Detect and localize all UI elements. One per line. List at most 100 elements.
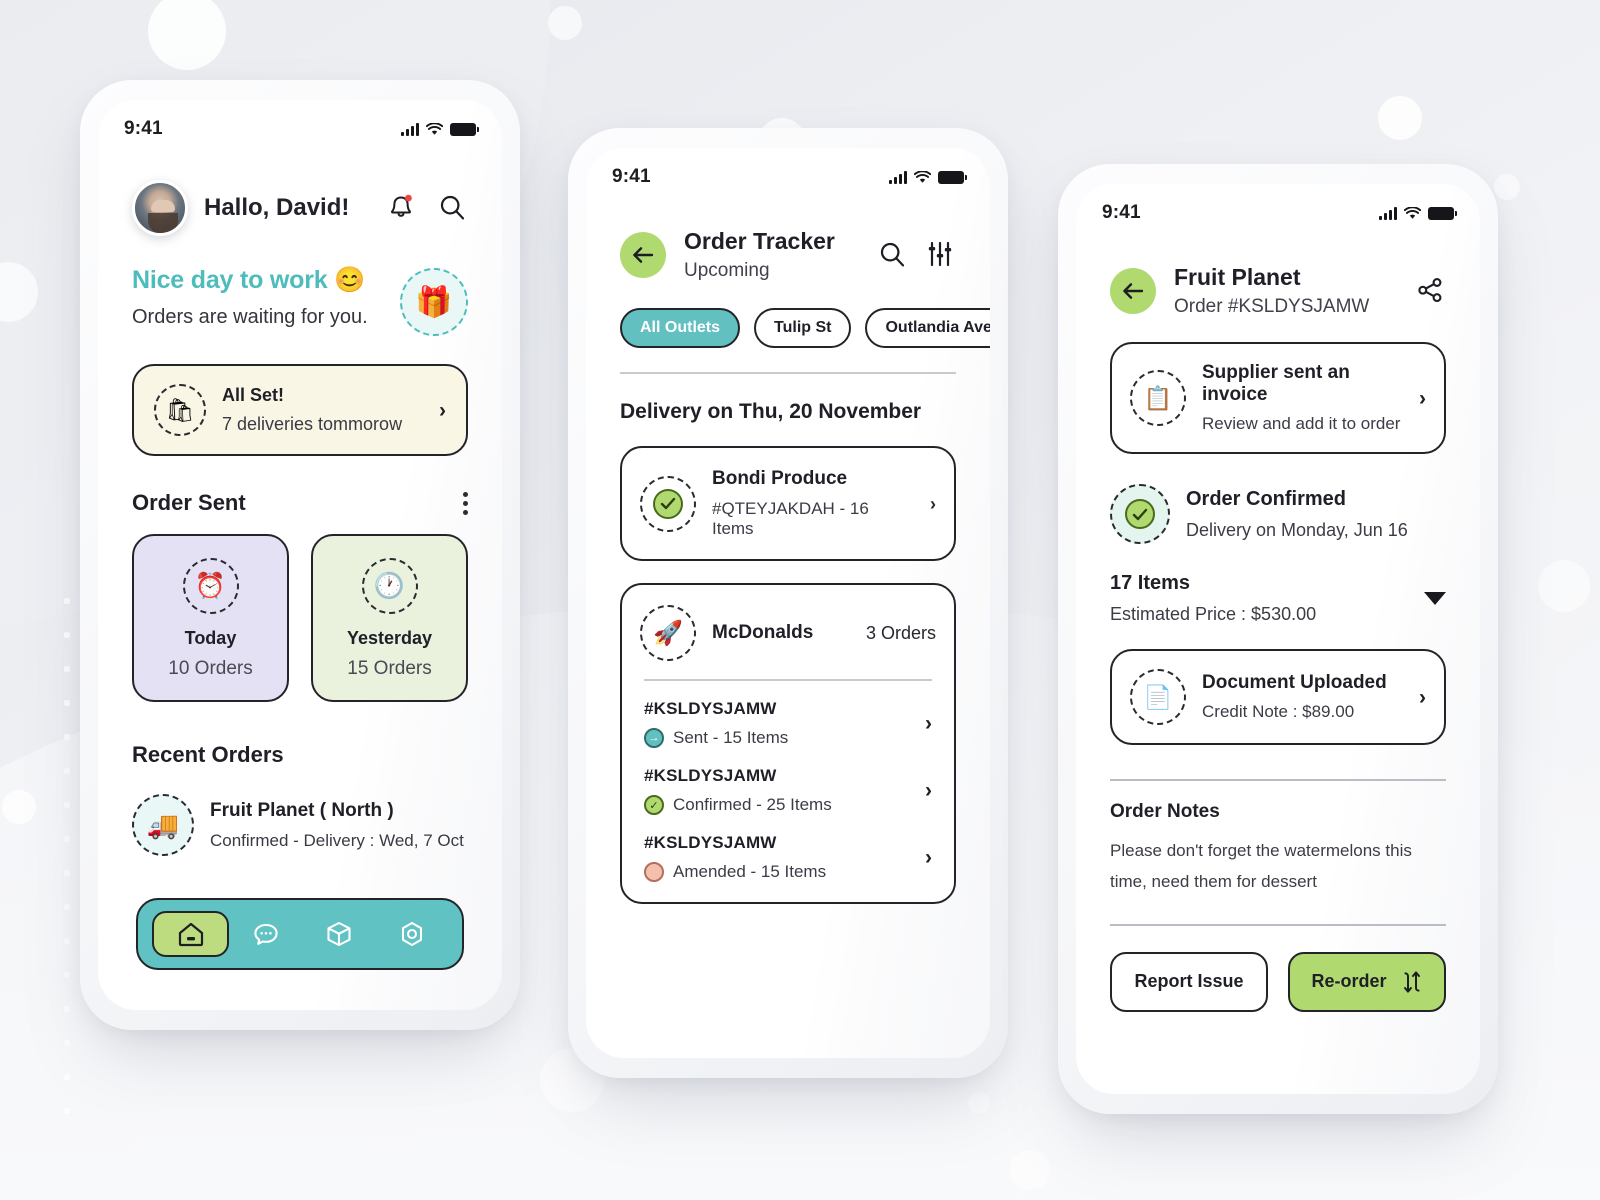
swap-arrows-icon — [1403, 971, 1420, 993]
settings-icon — [401, 921, 422, 947]
status-bar: 9:41 — [98, 100, 502, 140]
order-notes: Order Notes Please don't forget the wate… — [1110, 779, 1446, 898]
chevron-right-icon[interactable]: › — [925, 780, 932, 801]
document-title: Document Uploaded — [1202, 672, 1387, 693]
chip-tulip-st[interactable]: Tulip St — [754, 308, 852, 348]
cellular-signal-icon — [889, 170, 907, 184]
reorder-label: Re-order — [1311, 971, 1387, 992]
share-icon[interactable] — [1416, 276, 1446, 306]
invoice-card[interactable]: 📋 Supplier sent an invoice Review and ad… — [1110, 342, 1452, 460]
order-line-item[interactable]: #KSLDYSJAMW ✓ Confirmed - 25 Items › — [640, 748, 936, 815]
chip-all-outlets[interactable]: All Outlets — [620, 308, 741, 348]
phone-mockup-order-detail: 9:41 Fruit Planet Order #KSLDYSJAMW 📋 Su… — [1058, 164, 1498, 1114]
order-status-text: Amended - 15 Items — [673, 862, 827, 881]
truck-icon: 🚚 — [132, 794, 194, 856]
phone-mockup-order-tracker: 9:41 Order Tracker Upcoming All Outlets … — [568, 128, 1008, 1078]
all-set-title: All Set! — [222, 385, 285, 405]
back-arrow-icon[interactable] — [1110, 268, 1156, 314]
all-set-subtitle: 7 deliveries tommorow — [222, 414, 403, 434]
order-number: Order #KSLDYSJAMW — [1174, 296, 1370, 317]
page-title: Fruit Planet — [1174, 264, 1301, 290]
nav-settings[interactable] — [375, 911, 448, 957]
list-item[interactable]: 🚚 Fruit Planet ( North ) Confirmed - Del… — [132, 794, 468, 856]
check-circle-icon — [1110, 484, 1170, 544]
all-set-card[interactable]: 🛍 All Set! 7 deliveries tommorow › — [132, 364, 474, 462]
notification-bell-icon[interactable] — [388, 193, 418, 223]
document-subtitle: Credit Note : $89.00 — [1202, 702, 1355, 721]
bottom-navigation — [136, 898, 469, 975]
tile-yesterday[interactable]: 🕐 Yesterday 15 Orders — [311, 534, 474, 708]
greeting-text: Hallo, David! — [204, 194, 350, 221]
battery-icon — [938, 170, 967, 184]
report-issue-button[interactable]: Report Issue — [1110, 951, 1268, 1012]
status-time: 9:41 — [124, 118, 163, 139]
chevron-right-icon[interactable]: › — [1419, 687, 1426, 708]
order-card-mcdonalds[interactable]: 🚀 McDonalds 3 Orders #KSLDYSJAMW → Sent … — [620, 583, 962, 910]
check-glyph — [653, 488, 683, 519]
filter-sliders-icon[interactable] — [926, 240, 956, 270]
tile-count: 10 Orders — [168, 658, 253, 679]
status-icons — [401, 122, 479, 136]
gift-icon[interactable]: 🎁 — [400, 268, 468, 336]
chevron-right-icon[interactable]: › — [930, 495, 936, 513]
delivery-day-title: Delivery on Thu, 20 November — [620, 400, 922, 423]
divider — [1110, 779, 1446, 781]
nav-home[interactable] — [152, 911, 229, 957]
battery-icon — [1428, 206, 1457, 220]
phone-mockup-home: 9:41 Hallo, David! Nice day to work 😊 Or… — [80, 80, 520, 1030]
amended-status-icon — [644, 862, 664, 882]
battery-icon — [450, 122, 479, 136]
kebab-menu-icon[interactable] — [463, 491, 468, 515]
order-confirmed-title: Order Confirmed — [1186, 487, 1347, 510]
notes-bottom-divider-wrap — [1110, 923, 1446, 926]
nav-orders[interactable] — [302, 911, 375, 957]
nice-day-title: Nice day to work 😊 — [132, 266, 366, 294]
cellular-signal-icon — [401, 122, 419, 136]
recent-order-name: Fruit Planet ( North ) — [210, 799, 394, 821]
tile-today[interactable]: ⏰ Today 10 Orders — [132, 534, 295, 708]
document-card[interactable]: 📄 Document Uploaded Credit Note : $89.00… — [1110, 649, 1452, 751]
order-confirmed-block: Order Confirmed Delivery on Monday, Jun … — [1110, 484, 1446, 544]
avatar[interactable] — [132, 180, 188, 236]
confirmed-status-icon: ✓ — [644, 795, 664, 815]
back-arrow-icon[interactable] — [620, 232, 666, 278]
order-sent-header: Order Sent — [132, 490, 468, 516]
order-status: Amended - 15 Items — [644, 862, 925, 882]
clock-icon: 🕐 — [361, 558, 418, 614]
order-delivery-date: Delivery on Monday, Jun 16 — [1186, 519, 1408, 540]
background-circle — [1494, 174, 1520, 200]
items-count: 17 Items — [1110, 572, 1191, 594]
order-notes-title: Order Notes — [1110, 801, 1220, 822]
chevron-right-icon[interactable]: › — [439, 400, 446, 421]
chip-outlandia-ave[interactable]: Outlandia Ave — [865, 308, 990, 348]
order-code: #KSLDYSJAMW — [644, 833, 777, 852]
chevron-right-icon[interactable]: › — [1419, 388, 1426, 409]
status-time: 9:41 — [612, 166, 651, 187]
status-bar: 9:41 — [1076, 184, 1480, 224]
nav-chat[interactable] — [229, 911, 302, 957]
tile-label: Yesterday — [346, 628, 433, 648]
outlet-filter-chips: All Outlets Tulip St Outlandia Ave — [586, 282, 990, 348]
chevron-right-icon[interactable]: › — [925, 713, 932, 734]
caret-down-icon[interactable] — [1424, 592, 1446, 605]
page-header: Order Tracker Upcoming — [586, 188, 990, 282]
screen-order-tracker: 9:41 Order Tracker Upcoming All Outlets … — [586, 148, 990, 1058]
background-circle — [1538, 560, 1590, 612]
chevron-right-icon[interactable]: › — [925, 847, 932, 868]
sent-status-icon: → — [644, 728, 664, 748]
order-card-bondi[interactable]: Bondi Produce #QTEYJAKDAH - 16 Items › — [620, 446, 962, 567]
search-icon[interactable] — [878, 240, 908, 270]
status-icons — [889, 170, 967, 184]
order-line-item[interactable]: #KSLDYSJAMW → Sent - 15 Items › — [640, 681, 936, 748]
status-time: 9:41 — [1102, 202, 1141, 223]
reorder-button[interactable]: Re-order — [1288, 951, 1446, 1012]
order-outlet-name: Bondi Produce — [712, 468, 848, 489]
items-summary: 17 Items Estimated Price : $530.00 — [1110, 572, 1446, 625]
package-icon — [326, 921, 351, 947]
search-icon[interactable] — [438, 193, 468, 223]
check-circle-icon — [640, 475, 696, 532]
nice-day-subtitle: Orders are waiting for you. — [132, 306, 368, 328]
order-code: #KSLDYSJAMW — [644, 766, 777, 785]
page-title: Order Tracker — [684, 228, 835, 254]
order-line-item[interactable]: #KSLDYSJAMW Amended - 15 Items › — [640, 815, 936, 882]
